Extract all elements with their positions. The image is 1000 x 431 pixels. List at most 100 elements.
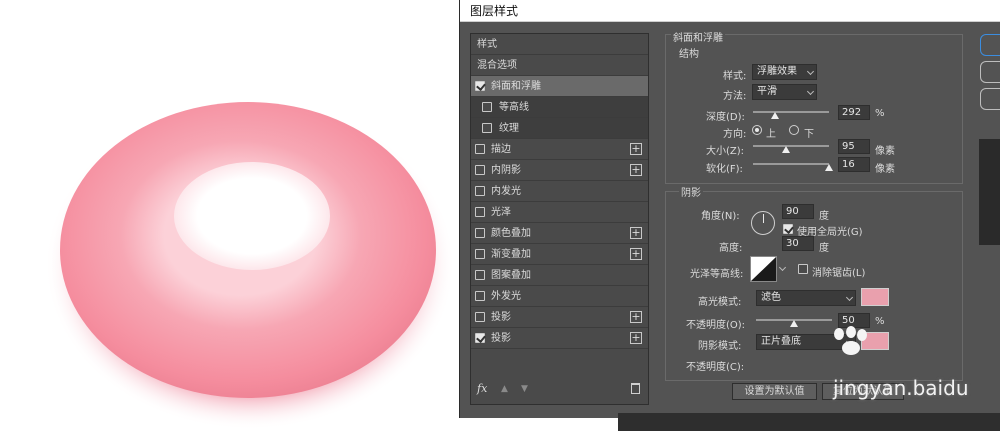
set-default-button[interactable]: 设置为默认值: [732, 383, 817, 400]
style-item-stroke[interactable]: 描边 +: [471, 139, 648, 160]
move-up-icon[interactable]: ▲: [501, 384, 508, 394]
pattern-overlay-checkbox[interactable]: [475, 270, 485, 280]
direction-up-label: 上: [766, 129, 776, 140]
depth-slider-thumb[interactable]: [771, 112, 779, 119]
highlight-opacity-unit: %: [875, 316, 885, 327]
bevel-checkbox[interactable]: [475, 81, 485, 91]
style-item-pattern-overlay[interactable]: 图案叠加: [471, 265, 648, 286]
canvas-area: [0, 0, 460, 431]
shadow-opacity-label: 不透明度(C):: [686, 362, 745, 373]
color-overlay-checkbox[interactable]: [475, 228, 485, 238]
style-item-label: 内发光: [491, 186, 521, 197]
drop-shadow-checkbox[interactable]: [475, 312, 485, 322]
add-gradient-overlay-button[interactable]: +: [630, 248, 642, 260]
direction-label: 方向:: [723, 129, 747, 140]
style-item-label: 斜面和浮雕: [491, 81, 541, 92]
angle-input[interactable]: 90: [782, 204, 814, 219]
highlight-mode-value: 滤色: [761, 292, 781, 303]
add-drop-shadow-2-button[interactable]: +: [630, 332, 642, 344]
angle-dial[interactable]: [751, 211, 775, 235]
chevron-down-icon: [806, 67, 815, 76]
soften-slider[interactable]: [753, 163, 829, 165]
add-color-overlay-button[interactable]: +: [630, 227, 642, 239]
ok-button[interactable]: [980, 34, 1000, 56]
global-light-checkbox[interactable]: [783, 224, 793, 234]
style-item-inner-shadow[interactable]: 内阴影 +: [471, 160, 648, 181]
style-item-color-overlay[interactable]: 颜色叠加 +: [471, 223, 648, 244]
style-preview: [979, 139, 1000, 245]
style-select-value: 浮雕效果: [757, 66, 797, 77]
style-item-label: 纹理: [499, 123, 519, 134]
gradient-overlay-checkbox[interactable]: [475, 249, 485, 259]
size-unit: 像素: [875, 146, 895, 157]
highlight-mode-select[interactable]: 滤色: [756, 290, 856, 306]
style-item-drop-shadow-2[interactable]: 投影 +: [471, 328, 648, 349]
antialias-checkbox[interactable]: [798, 264, 808, 274]
depth-input[interactable]: 292: [838, 105, 870, 120]
depth-label: 深度(D):: [706, 112, 745, 123]
watermark-text: jingyan.baidu: [833, 376, 969, 400]
shadow-mode-label: 阴影模式:: [698, 341, 742, 352]
style-item-label: 光泽: [491, 207, 511, 218]
outer-glow-checkbox[interactable]: [475, 291, 485, 301]
style-item-outer-glow[interactable]: 外发光: [471, 286, 648, 307]
texture-checkbox[interactable]: [482, 123, 492, 133]
technique-select[interactable]: 平滑: [752, 84, 817, 100]
satin-checkbox[interactable]: [475, 207, 485, 217]
technique-label: 方法:: [723, 91, 747, 102]
depth-slider[interactable]: [753, 111, 829, 113]
style-item-contour[interactable]: 等高线: [471, 97, 648, 118]
background-strip: [618, 413, 1000, 431]
style-item-gradient-overlay[interactable]: 渐变叠加 +: [471, 244, 648, 265]
style-item-blending-options[interactable]: 混合选项: [471, 55, 648, 76]
new-style-button[interactable]: [980, 88, 1000, 110]
style-item-label: 投影: [491, 312, 511, 323]
pink-donut-image: [45, 100, 455, 430]
style-item-styles[interactable]: 样式: [471, 34, 648, 55]
style-item-satin[interactable]: 光泽: [471, 202, 648, 223]
style-list-footer: fx ▲ ▼: [471, 378, 648, 404]
trash-icon[interactable]: [631, 383, 640, 394]
paw-logo-icon: [834, 326, 867, 355]
style-item-drop-shadow[interactable]: 投影 +: [471, 307, 648, 328]
altitude-input[interactable]: 30: [782, 236, 814, 251]
style-item-label: 图案叠加: [491, 270, 531, 281]
style-item-bevel-emboss[interactable]: 斜面和浮雕: [471, 76, 648, 97]
soften-slider-thumb[interactable]: [825, 164, 833, 171]
highlight-opacity-thumb[interactable]: [790, 320, 798, 327]
contour-curve-icon: [751, 257, 776, 281]
add-drop-shadow-button[interactable]: +: [630, 311, 642, 323]
soften-input[interactable]: 16: [838, 157, 870, 172]
move-down-icon[interactable]: ▼: [521, 384, 528, 394]
add-inner-shadow-button[interactable]: +: [630, 164, 642, 176]
style-item-inner-glow[interactable]: 内发光: [471, 181, 648, 202]
layer-style-dialog: 图层样式 样式 混合选项 斜面和浮雕 等高线 纹理 描边 + 内阴影 + 内发光…: [459, 0, 1000, 418]
size-input[interactable]: 95: [838, 139, 870, 154]
style-item-label: 颜色叠加: [491, 228, 531, 239]
structure-title: 结构: [679, 49, 699, 60]
contour-checkbox[interactable]: [482, 102, 492, 112]
chevron-down-icon: [806, 87, 815, 96]
size-slider-thumb[interactable]: [782, 146, 790, 153]
drop-shadow-2-checkbox[interactable]: [475, 333, 485, 343]
style-item-texture[interactable]: 纹理: [471, 118, 648, 139]
size-slider[interactable]: [753, 145, 829, 147]
inner-shadow-checkbox[interactable]: [475, 165, 485, 175]
gloss-contour-picker[interactable]: [750, 256, 777, 282]
highlight-color-swatch[interactable]: [861, 288, 889, 306]
direction-down-label: 下: [804, 129, 814, 140]
direction-up-radio[interactable]: [752, 125, 762, 135]
add-stroke-button[interactable]: +: [630, 143, 642, 155]
cancel-button[interactable]: [980, 61, 1000, 83]
style-item-label: 描边: [491, 144, 511, 155]
style-label: 样式:: [723, 71, 747, 82]
direction-down-radio[interactable]: [789, 125, 799, 135]
fx-icon[interactable]: fx: [477, 382, 487, 395]
stroke-checkbox[interactable]: [475, 144, 485, 154]
shadow-mode-value: 正片叠底: [761, 336, 801, 347]
inner-glow-checkbox[interactable]: [475, 186, 485, 196]
style-select[interactable]: 浮雕效果: [752, 64, 817, 80]
section-title: 斜面和浮雕: [671, 29, 725, 44]
style-item-label: 样式: [477, 39, 497, 50]
style-item-label: 外发光: [491, 291, 521, 302]
